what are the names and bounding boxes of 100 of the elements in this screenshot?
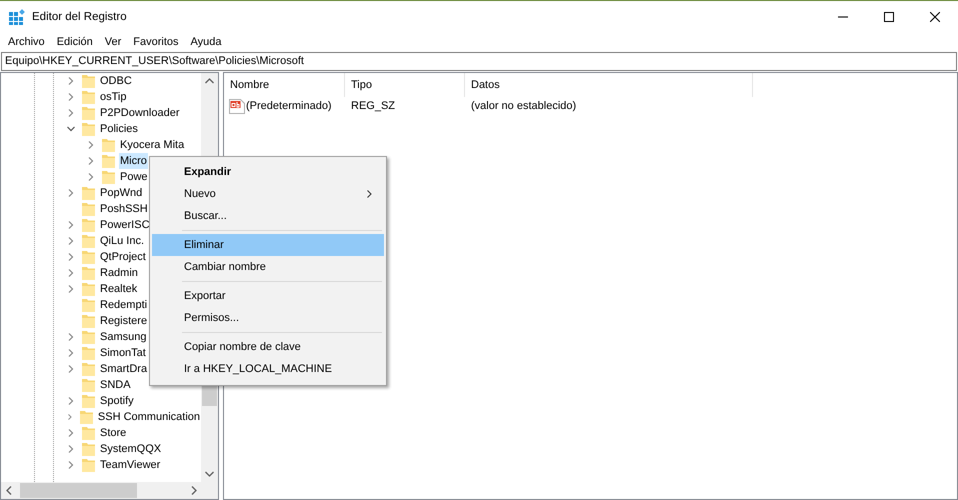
tree-item[interactable]: PoshSSH [99, 201, 149, 217]
tree-item[interactable]: P2PDownloader [99, 105, 180, 121]
folder-icon [82, 458, 95, 472]
tree-item[interactable]: Realtek [99, 281, 138, 297]
chevron-icon[interactable] [67, 237, 75, 245]
scrollbar-thumb[interactable] [20, 483, 137, 498]
folder-icon [102, 154, 115, 168]
menu-item[interactable]: Ver [98, 36, 128, 48]
chevron-icon[interactable] [67, 333, 75, 341]
chevron-icon[interactable] [67, 77, 75, 85]
context-menu-item[interactable]: Permisos... [152, 307, 384, 329]
context-menu-item[interactable]: Exportar [152, 285, 384, 307]
folder-icon [82, 298, 95, 312]
folder-icon [82, 90, 95, 104]
table-cell-text: (valor no establecido) [470, 100, 578, 112]
maximize-icon [884, 12, 894, 22]
folder-icon [82, 266, 95, 280]
registry-icon [9, 8, 25, 24]
chevron-icon[interactable] [67, 93, 75, 101]
tree-item[interactable]: SystemQQX [99, 441, 162, 457]
chevron-icon[interactable] [67, 109, 75, 117]
chevron-icon[interactable] [67, 413, 73, 421]
chevron-icon[interactable] [67, 397, 75, 405]
folder-icon [82, 314, 95, 328]
folder-icon [82, 74, 95, 88]
tree-item[interactable]: Micro [119, 153, 148, 169]
chevron-icon[interactable] [67, 429, 75, 437]
context-menu-item[interactable]: Copiar nombre de clave [152, 336, 384, 358]
menu-item[interactable]: Favoritos [127, 36, 185, 48]
tree-item[interactable]: TeamViewer [99, 457, 162, 473]
context-menu-item[interactable]: Cambiar nombre [152, 256, 384, 278]
chevron-icon[interactable] [67, 445, 75, 453]
tree-item[interactable]: QtProject [99, 249, 147, 265]
chevron-icon[interactable] [67, 221, 75, 229]
tree-item[interactable]: osTip [99, 89, 128, 105]
tree-item[interactable]: Redempti [99, 297, 148, 313]
tree-item[interactable]: SimonTat [99, 345, 147, 361]
tree-item[interactable]: SSH Communication [96, 409, 201, 425]
tree-item[interactable]: Samsung [99, 329, 148, 345]
folder-icon [82, 426, 95, 440]
tree-item[interactable]: QiLu Inc. [99, 233, 146, 249]
tree-item[interactable]: SmartDra [99, 361, 148, 377]
folder-icon [82, 346, 95, 360]
folder-icon [82, 186, 95, 200]
tree-item[interactable]: Kyocera Mita [119, 137, 186, 153]
column-header[interactable]: Datos [465, 73, 753, 97]
context-menu-item[interactable]: Nuevo [152, 183, 384, 205]
chevron-icon[interactable] [67, 125, 75, 133]
tree-item[interactable]: Store [99, 425, 128, 441]
menu-item[interactable]: Ayuda [184, 36, 228, 48]
tree-item[interactable]: Registere [99, 313, 148, 329]
menu-item[interactable]: Edición [50, 36, 99, 48]
chevron-icon[interactable] [67, 269, 75, 277]
tree-item[interactable]: Spotify [99, 393, 135, 409]
folder-icon [82, 330, 95, 344]
column-header[interactable]: Tipo [345, 73, 465, 97]
folder-icon [82, 250, 95, 264]
folder-icon [102, 138, 115, 152]
tree-item[interactable]: PopWnd [99, 185, 144, 201]
folder-icon [102, 170, 115, 184]
tree-item[interactable]: PowerISC [99, 217, 151, 233]
chevron-icon[interactable] [87, 157, 95, 165]
chevron-icon[interactable] [67, 253, 75, 261]
chevron-icon[interactable] [67, 461, 75, 469]
scroll-right-icon[interactable] [191, 486, 197, 495]
scroll-left-icon[interactable] [6, 486, 12, 495]
tree-item[interactable]: Radmin [99, 265, 139, 281]
context-menu-item[interactable]: Eliminar [152, 234, 384, 256]
folder-icon [82, 234, 95, 248]
folder-icon [82, 378, 95, 392]
folder-icon [82, 362, 95, 376]
tree-item[interactable]: Policies [99, 121, 139, 137]
folder-icon [82, 202, 95, 216]
folder-icon [82, 282, 95, 296]
context-menu-item[interactable]: Expandir [152, 161, 384, 183]
chevron-icon[interactable] [87, 173, 95, 181]
tree-item[interactable]: SNDA [99, 377, 132, 393]
chevron-icon[interactable] [87, 141, 95, 149]
table-cell: (Predeterminado) [246, 100, 332, 112]
table-cell-text: REG_SZ [350, 100, 396, 112]
chevron-icon[interactable] [67, 189, 75, 197]
menu-item[interactable]: Archivo [2, 36, 51, 48]
folder-icon [82, 106, 95, 120]
chevron-icon[interactable] [67, 365, 75, 373]
chevron-icon[interactable] [67, 349, 75, 357]
address-field[interactable]: Equipo\HKEY_CURRENT_USER\Software\Policies\Microsoft [1, 52, 957, 71]
scroll-up-icon[interactable] [205, 78, 214, 84]
chevron-icon[interactable] [67, 285, 75, 293]
tree-item[interactable]: Powe [119, 169, 149, 185]
folder-icon [80, 410, 93, 424]
folder-icon [82, 394, 95, 408]
tree-item[interactable]: ODBC [99, 73, 133, 89]
folder-icon [82, 122, 95, 136]
context-menu-item[interactable]: Buscar... [152, 205, 384, 227]
scroll-down-icon[interactable] [205, 471, 214, 477]
close-icon [930, 12, 940, 22]
folder-icon [82, 442, 95, 456]
column-header[interactable]: Nombre [224, 73, 345, 97]
context-menu-item[interactable]: Ir a HKEY_LOCAL_MACHINE [152, 358, 384, 380]
window-title: Editor del Registro [32, 10, 127, 22]
